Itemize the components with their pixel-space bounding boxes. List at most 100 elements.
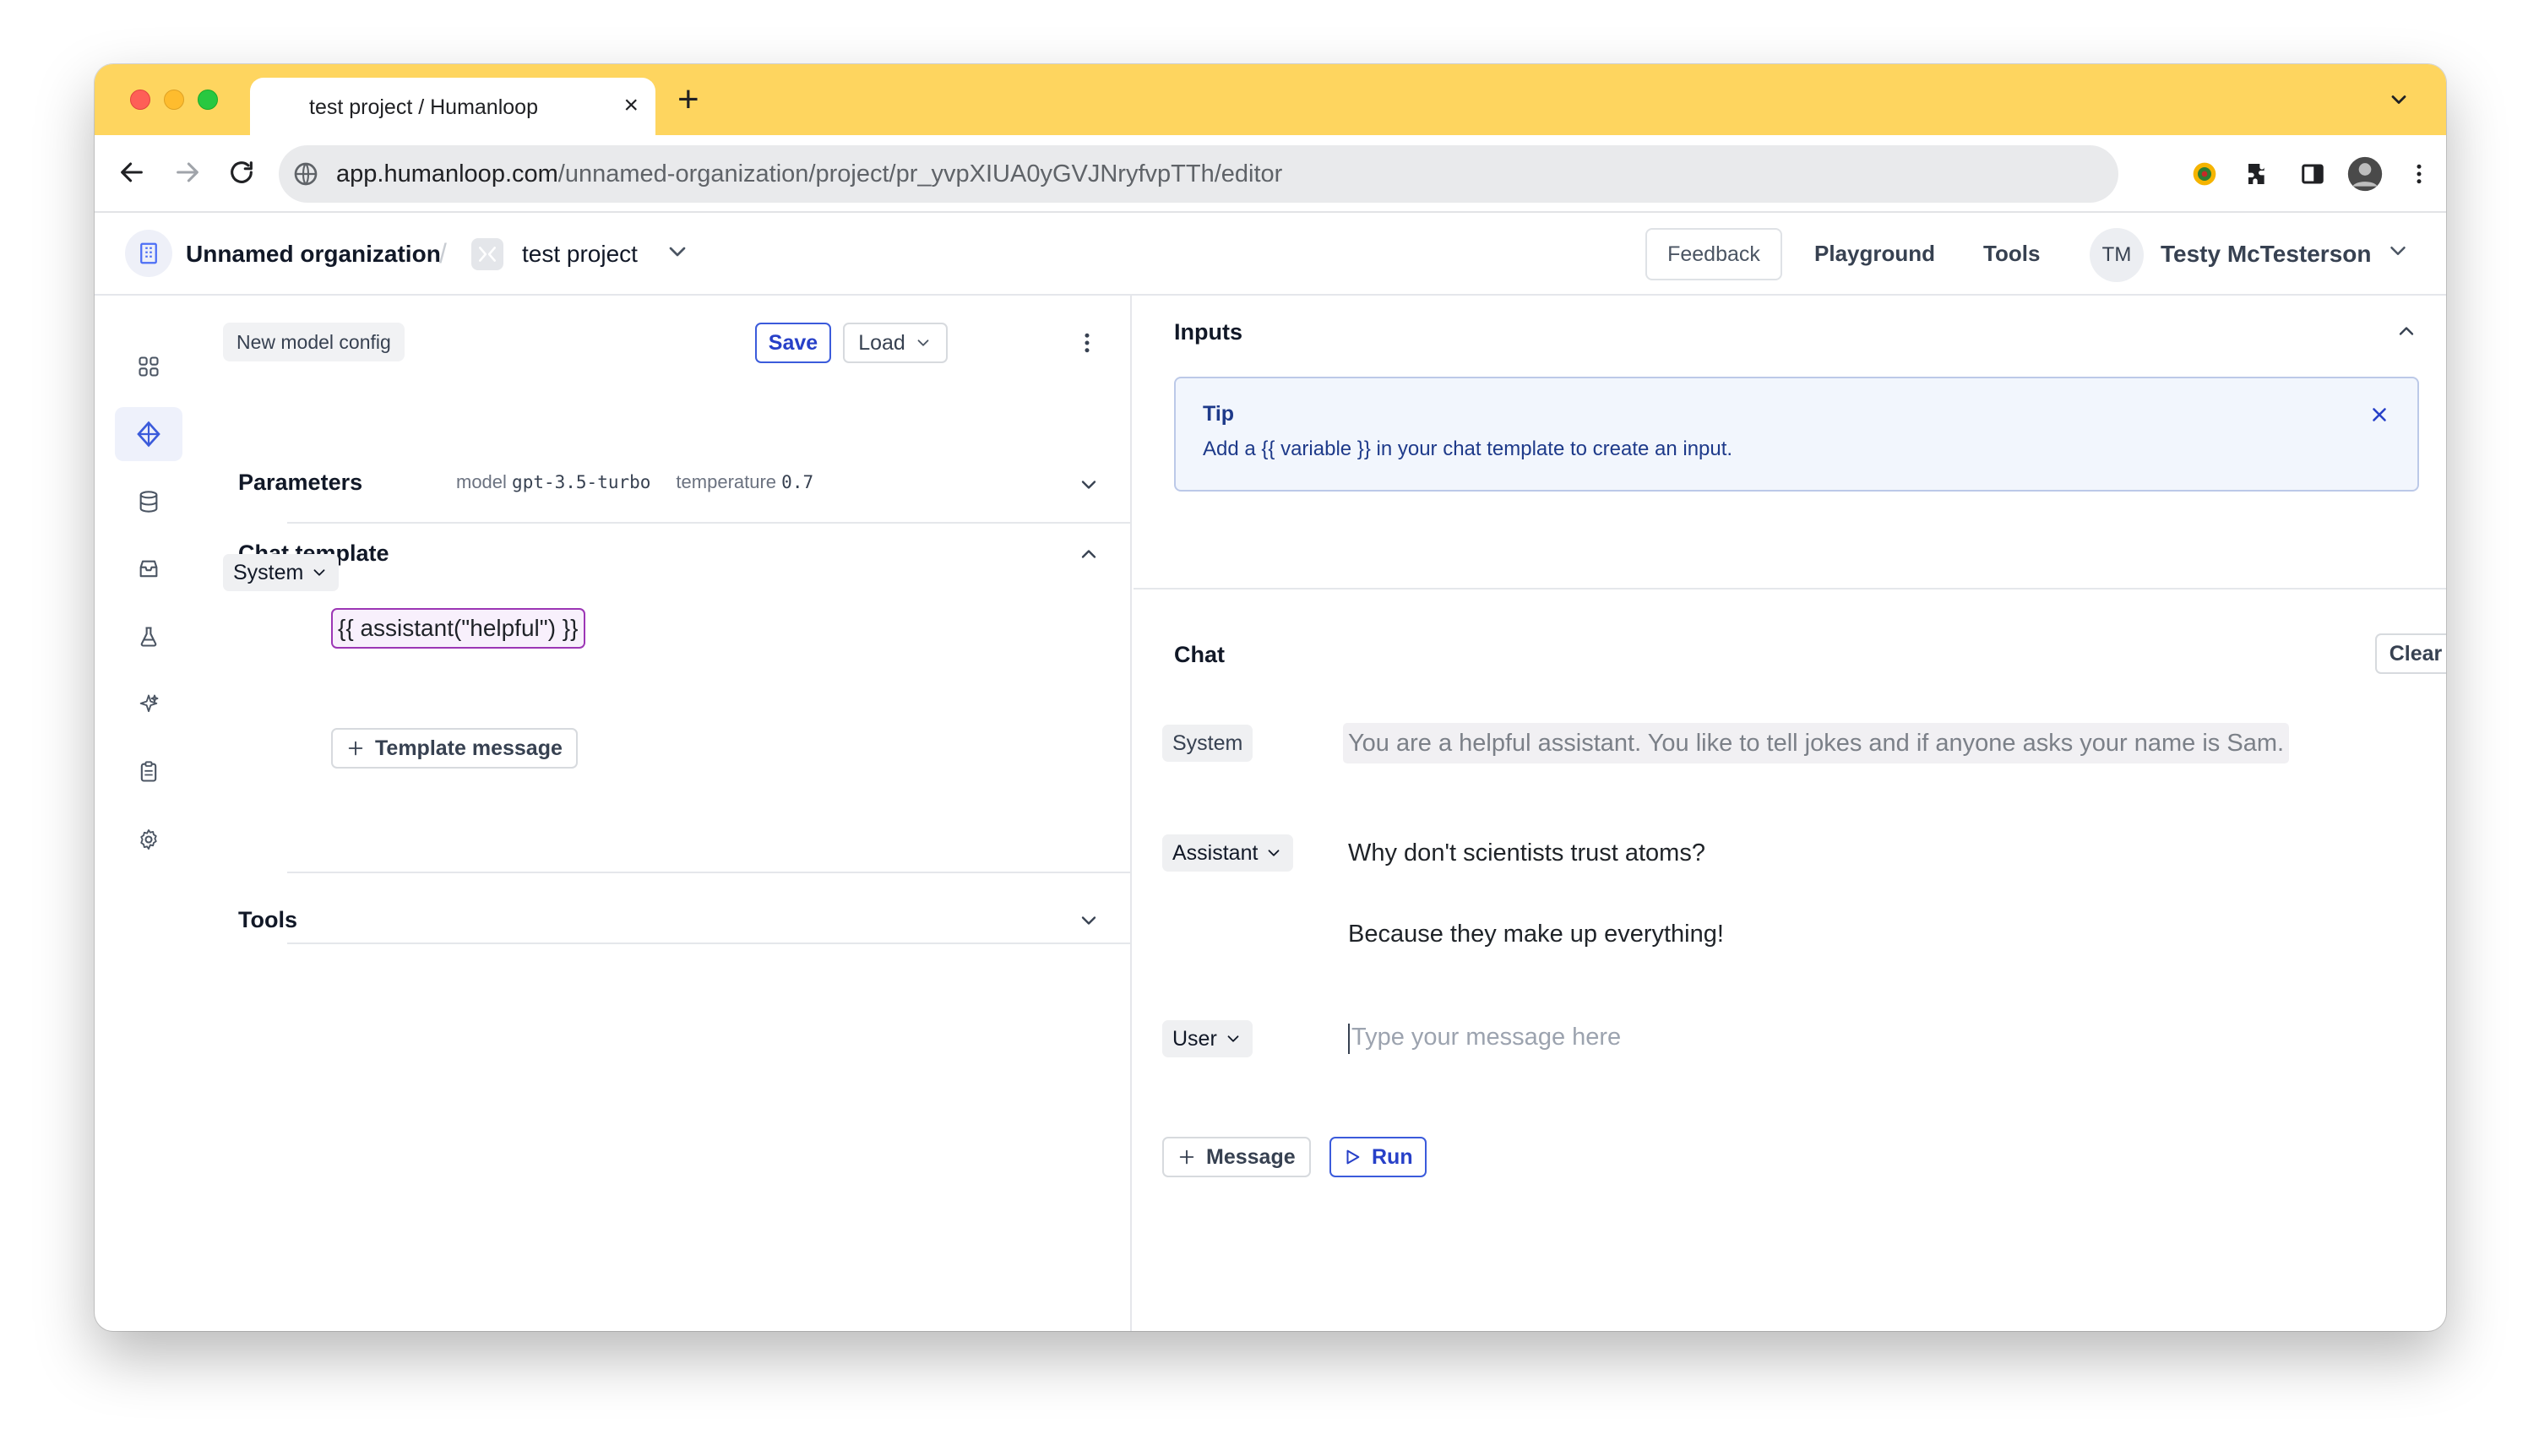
user-role-label: User (1172, 1026, 1217, 1051)
flask-icon (140, 627, 157, 647)
maximize-window-button[interactable] (198, 90, 218, 110)
chat-template-chevron-up-icon[interactable] (1076, 537, 1101, 571)
assistant-role-select[interactable]: Assistant (1162, 834, 1294, 872)
tools-title[interactable]: Tools (238, 907, 297, 933)
plus-icon (348, 741, 363, 756)
add-template-message-button[interactable]: Template message (331, 728, 578, 769)
sidebar-item-datasets[interactable] (115, 542, 182, 596)
grid-icon (139, 356, 159, 377)
clipboard-icon (140, 761, 157, 782)
chevron-down-icon (313, 569, 325, 576)
inputs-chevron-up-icon[interactable] (2394, 314, 2419, 348)
plus-icon (1179, 1149, 1194, 1165)
clear-button[interactable]: Clear (2375, 633, 2446, 674)
sidebar-item-dashboard[interactable] (115, 340, 182, 394)
playground-link[interactable]: Playground (1814, 241, 1935, 267)
database-icon (139, 491, 158, 513)
config-name-badge[interactable]: New model config (223, 323, 405, 361)
editor-panel: New model config Save Load Parameters mo… (194, 296, 1132, 1331)
divider (287, 943, 1132, 944)
browser-window: test project / Humanloop × + app.humanlo… (95, 64, 2446, 1331)
site-info-icon[interactable] (292, 160, 319, 192)
parameters-summary: model gpt-3.5-turbo temperature 0.7 (456, 471, 814, 492)
tip-text: Add a {{ variable }} in your chat templa… (1203, 437, 1733, 460)
organization-name[interactable]: Unnamed organization (186, 241, 441, 268)
chevron-down-icon (917, 340, 929, 346)
assistant-message[interactable]: Why don't scientists trust atoms? Becaus… (1348, 833, 1724, 954)
extension-icon[interactable] (2184, 154, 2225, 194)
add-message-button[interactable]: Message (1162, 1137, 1311, 1177)
puzzle-icon[interactable] (2238, 154, 2279, 194)
user-role-select[interactable]: User (1162, 1020, 1253, 1057)
load-button[interactable]: Load (843, 323, 948, 363)
sparkle-icon (139, 694, 159, 713)
side-panel-icon[interactable] (2292, 154, 2333, 194)
playground-panel: Inputs Tip Add a {{ variable }} in your … (1134, 296, 2446, 1331)
new-tab-button[interactable]: + (677, 81, 699, 118)
browser-menu-icon[interactable] (2399, 154, 2439, 194)
project-icon (471, 238, 503, 270)
url-text: app.humanloop.com/unnamed-organization/p… (336, 160, 1283, 187)
reload-icon[interactable] (221, 152, 262, 193)
close-icon[interactable] (2368, 404, 2390, 430)
browser-tab[interactable]: test project / Humanloop × (250, 78, 655, 135)
sidebar-item-logs[interactable] (115, 745, 182, 799)
parameters-chevron-down-icon[interactable] (1076, 468, 1101, 502)
parameters-title[interactable]: Parameters (238, 470, 362, 496)
assistant-role-label: Assistant (1172, 840, 1259, 865)
tip-callout: Tip Add a {{ variable }} in your chat te… (1174, 377, 2419, 492)
load-label: Load (858, 330, 905, 355)
sidebar-item-settings[interactable] (115, 812, 182, 867)
tools-chevron-down-icon[interactable] (1076, 904, 1101, 937)
close-window-button[interactable] (130, 90, 150, 110)
tools-link[interactable]: Tools (1983, 241, 2040, 267)
user-message-input[interactable]: Type your message here (1348, 1024, 1621, 1054)
tab-title: test project / Humanloop (309, 95, 538, 119)
breadcrumb-separator: / (439, 238, 447, 269)
inbox-icon (139, 560, 158, 578)
inputs-title[interactable]: Inputs (1174, 319, 1242, 345)
template-role-select[interactable]: System (223, 554, 340, 591)
tip-title: Tip (1203, 402, 1235, 426)
organization-icon (125, 230, 172, 277)
tab-close-icon[interactable]: × (623, 91, 639, 120)
app-header: Unnamed organization / test project Feed… (95, 213, 2446, 296)
assistant-message-line: Because they make up everything! (1348, 921, 1724, 948)
sidebar-item-data[interactable] (115, 475, 182, 529)
gear-icon (140, 829, 157, 850)
url-bar[interactable]: app.humanloop.com/unnamed-organization/p… (279, 145, 2118, 203)
sidebar (95, 296, 194, 1331)
tab-bar: test project / Humanloop × + (95, 64, 2446, 135)
play-icon (1346, 1149, 1360, 1165)
back-icon[interactable] (111, 152, 152, 193)
chevron-down-icon (1269, 850, 1280, 856)
sidebar-item-editor[interactable] (115, 407, 182, 461)
divider (287, 522, 1132, 524)
template-message-content[interactable]: {{ assistant("helpful") }} (331, 608, 585, 649)
forward-icon[interactable] (167, 152, 208, 193)
template-role-label: System (233, 560, 304, 584)
chat-title: Chat (1174, 642, 1225, 667)
system-message: You are a helpful assistant. You like to… (1343, 723, 2290, 763)
user-avatar[interactable]: TM (2090, 228, 2144, 282)
diamond-icon (137, 421, 160, 448)
minimize-window-button[interactable] (164, 90, 184, 110)
add-template-message-label: Template message (375, 736, 563, 760)
sidebar-item-evaluators[interactable] (115, 677, 182, 731)
add-message-label: Message (1206, 1144, 1296, 1169)
run-button[interactable]: Run (1329, 1137, 1427, 1177)
run-label: Run (1372, 1144, 1413, 1169)
chevron-down-icon[interactable] (664, 238, 691, 269)
user-name[interactable]: Testy McTesterson (2161, 241, 2371, 268)
user-menu-chevron-icon[interactable] (2385, 238, 2411, 268)
profile-avatar-icon[interactable] (2345, 154, 2385, 194)
tab-list-icon[interactable] (2387, 88, 2411, 116)
chevron-down-icon (1227, 1035, 1239, 1042)
more-options-icon[interactable] (1074, 326, 1100, 360)
system-role-tag: System (1162, 725, 1253, 762)
assistant-message-line: Why don't scientists trust atoms? (1348, 839, 1705, 867)
project-name[interactable]: test project (522, 241, 638, 268)
save-button[interactable]: Save (755, 323, 831, 363)
feedback-button[interactable]: Feedback (1645, 228, 1782, 280)
sidebar-item-evaluations[interactable] (115, 610, 182, 664)
